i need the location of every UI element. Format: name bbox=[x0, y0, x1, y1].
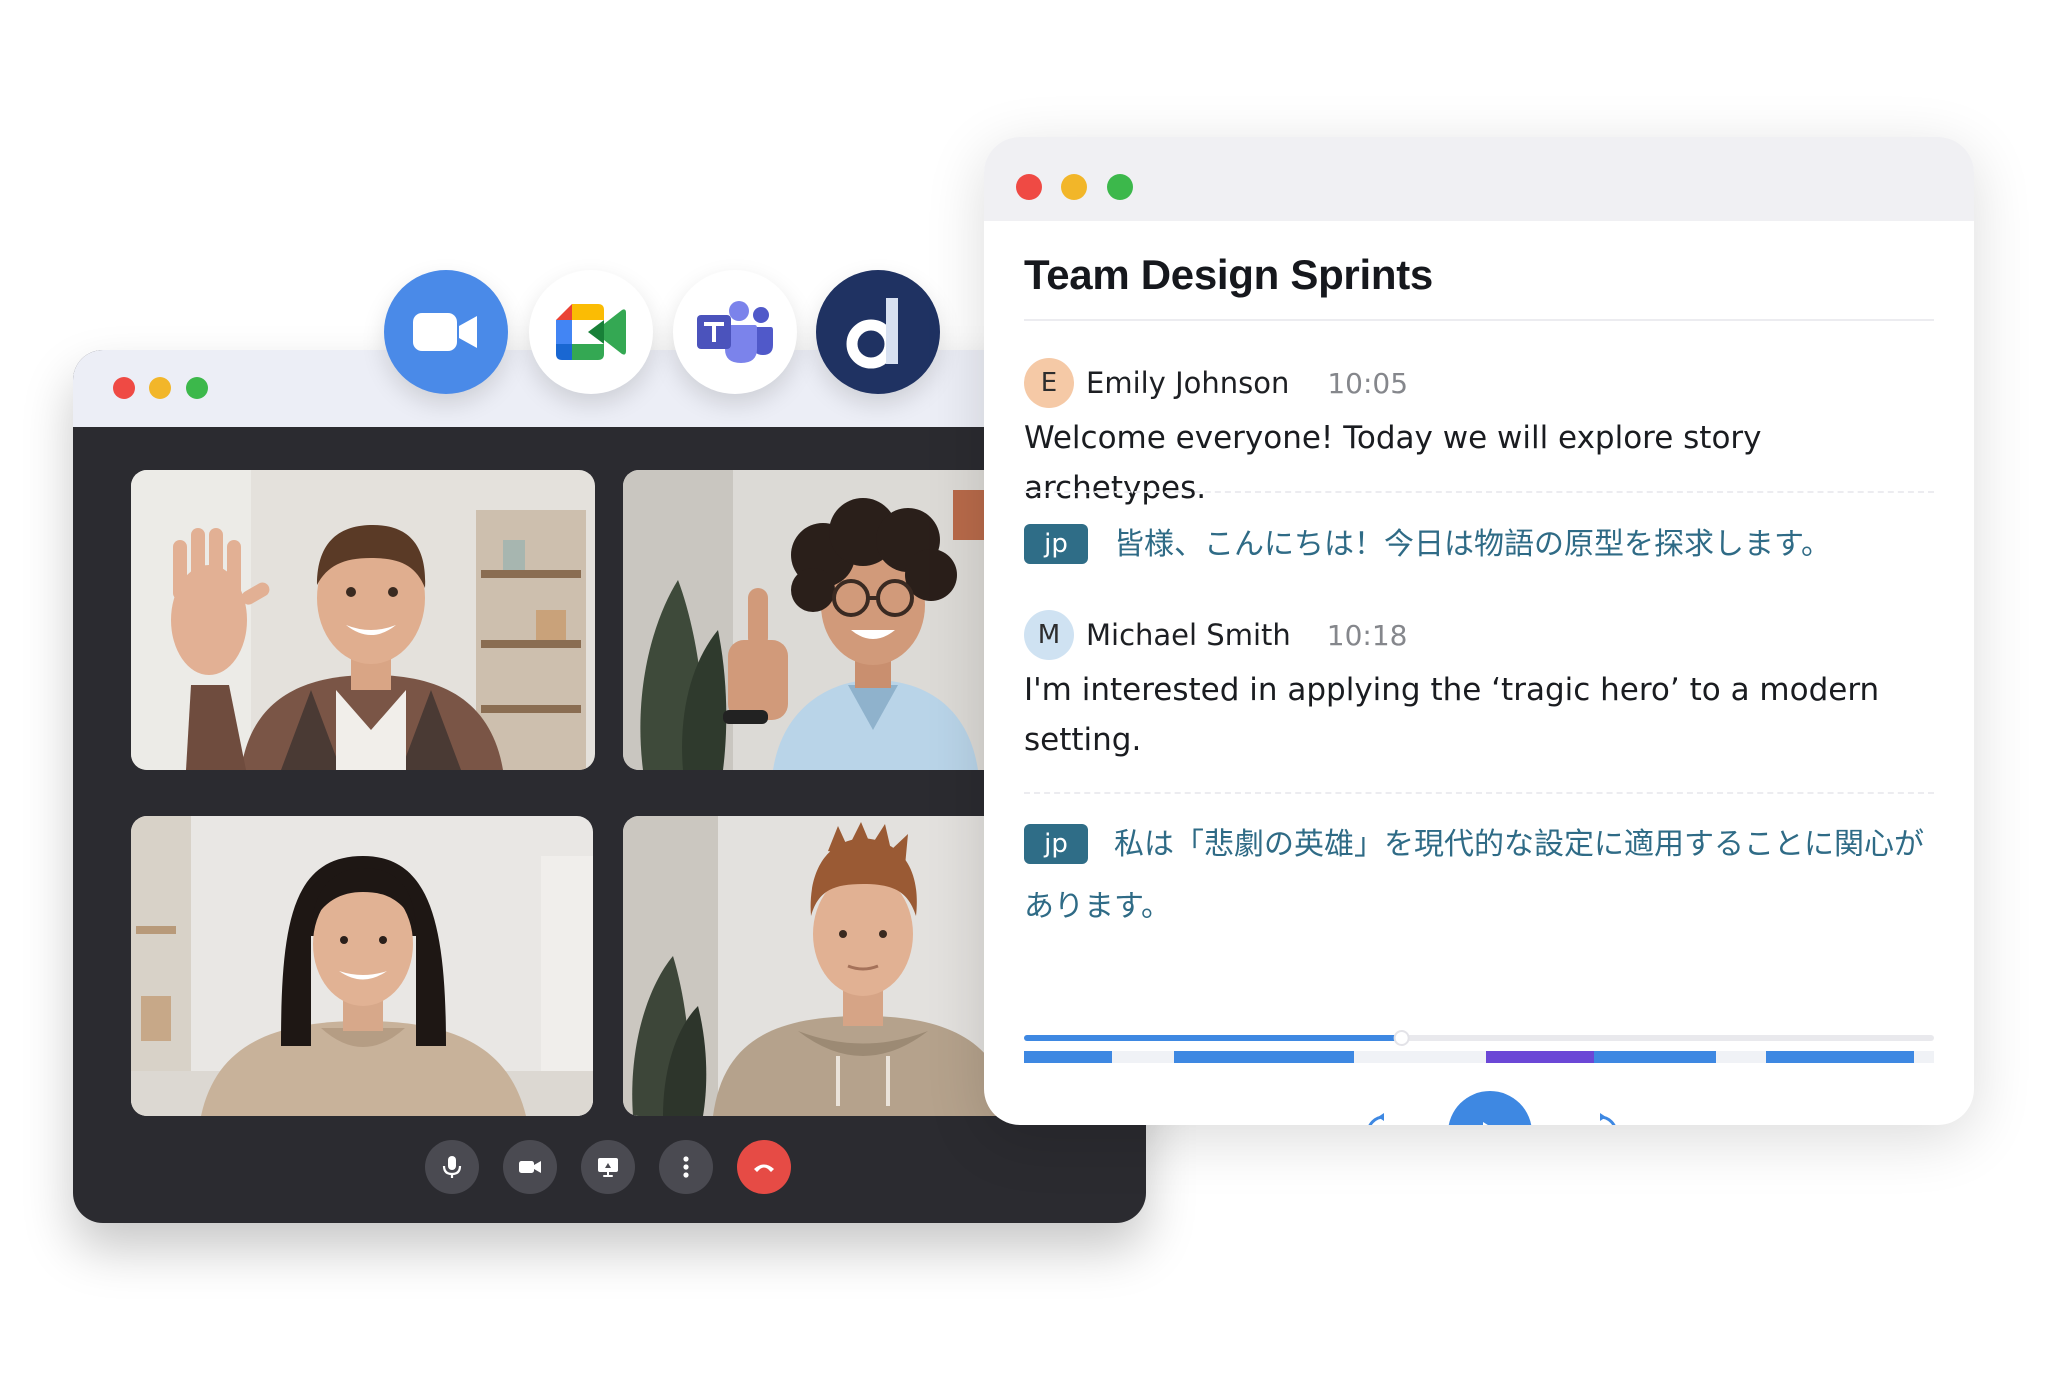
avatar: M bbox=[1024, 610, 1074, 660]
player-controls: 5 5 bbox=[1024, 1091, 1934, 1125]
speaker-row: E Emily Johnson 10:05 bbox=[1024, 357, 1408, 409]
title-divider bbox=[1024, 319, 1934, 321]
translation-line: jp 私は「悲劇の英雄」を現代的な設定に適用することに関心があります。 bbox=[1024, 814, 1934, 938]
maximize-window-button[interactable] bbox=[186, 377, 208, 399]
end-call-button[interactable] bbox=[737, 1140, 791, 1194]
d-app-button[interactable] bbox=[816, 270, 940, 394]
participant-video-1 bbox=[131, 470, 595, 770]
more-options-icon bbox=[683, 1156, 689, 1178]
participant-tile-1[interactable] bbox=[131, 470, 595, 770]
play-button[interactable] bbox=[1448, 1091, 1532, 1125]
rewind-5-icon: 5 bbox=[1368, 1113, 1385, 1125]
speaker-row: M Michael Smith 10:18 bbox=[1024, 609, 1407, 661]
zoom-app-button[interactable] bbox=[384, 270, 508, 394]
forward-button[interactable]: 5 bbox=[1578, 1111, 1622, 1125]
close-window-button[interactable] bbox=[1016, 174, 1042, 200]
d-logo-icon bbox=[846, 298, 898, 369]
progress-track[interactable] bbox=[1024, 1029, 1934, 1069]
meeting-title: Team Design Sprints bbox=[1024, 251, 1433, 298]
message-text: I'm interested in applying the ‘tragic h… bbox=[1024, 672, 1880, 758]
rewind-button[interactable]: 5 bbox=[1362, 1111, 1406, 1125]
transcript-window-titlebar bbox=[984, 137, 1974, 221]
avatar: E bbox=[1024, 358, 1074, 408]
message-divider bbox=[1024, 792, 1934, 794]
transcript-body: Team Design Sprints E Emily Johnson 10:0… bbox=[1024, 221, 1934, 1125]
participant-tile-3[interactable] bbox=[131, 816, 593, 1116]
progress-fill bbox=[1024, 1035, 1402, 1041]
translation-text: 皆様、こんにちは！今日は物語の原型を探求します。 bbox=[1114, 527, 1831, 562]
minimize-window-button[interactable] bbox=[149, 377, 171, 399]
speaker-name: Michael Smith bbox=[1086, 618, 1291, 652]
translation-text: 私は「悲劇の英雄」を現代的な設定に適用することに関心があります。 bbox=[1024, 827, 1924, 924]
camera-icon bbox=[519, 1161, 541, 1173]
translation-line: jp 皆様、こんにちは！今日は物語の原型を探求します。 bbox=[1024, 514, 1934, 576]
microsoft-teams-app-button[interactable] bbox=[673, 270, 797, 394]
present-screen-icon bbox=[598, 1158, 618, 1177]
participant-video-3 bbox=[131, 816, 593, 1116]
message-timestamp: 10:05 bbox=[1327, 366, 1409, 400]
end-call-icon bbox=[754, 1164, 774, 1172]
google-meet-app-button[interactable] bbox=[529, 270, 653, 394]
play-icon bbox=[1483, 1122, 1488, 1125]
more-options-button[interactable] bbox=[659, 1140, 713, 1194]
present-screen-button[interactable] bbox=[581, 1140, 635, 1194]
microphone-icon bbox=[442, 1156, 462, 1178]
camera-button[interactable] bbox=[503, 1140, 557, 1194]
progress-thumb[interactable] bbox=[1393, 1030, 1410, 1046]
transcript-window: Team Design Sprints E Emily Johnson 10:0… bbox=[984, 137, 1974, 1125]
google-meet-icon bbox=[556, 304, 626, 360]
message-text: Welcome everyone! Today we will explore … bbox=[1024, 420, 1762, 506]
minimize-window-button[interactable] bbox=[1061, 174, 1087, 200]
microphone-button[interactable] bbox=[425, 1140, 479, 1194]
maximize-window-button[interactable] bbox=[1107, 174, 1133, 200]
speaker-name: Emily Johnson bbox=[1086, 366, 1290, 400]
forward-5-icon: 5 bbox=[1599, 1113, 1616, 1125]
language-badge: jp bbox=[1024, 823, 1088, 864]
video-camera-icon bbox=[413, 313, 477, 351]
language-badge: jp bbox=[1024, 523, 1088, 564]
stage: Team Design Sprints E Emily Johnson 10:0… bbox=[0, 0, 2048, 1384]
call-controls-bar bbox=[73, 1140, 1146, 1196]
message-timestamp: 10:18 bbox=[1326, 618, 1408, 652]
playback-progress[interactable] bbox=[1024, 1029, 1934, 1069]
close-window-button[interactable] bbox=[113, 377, 135, 399]
teams-icon bbox=[697, 301, 773, 363]
message-divider bbox=[1024, 491, 1934, 493]
